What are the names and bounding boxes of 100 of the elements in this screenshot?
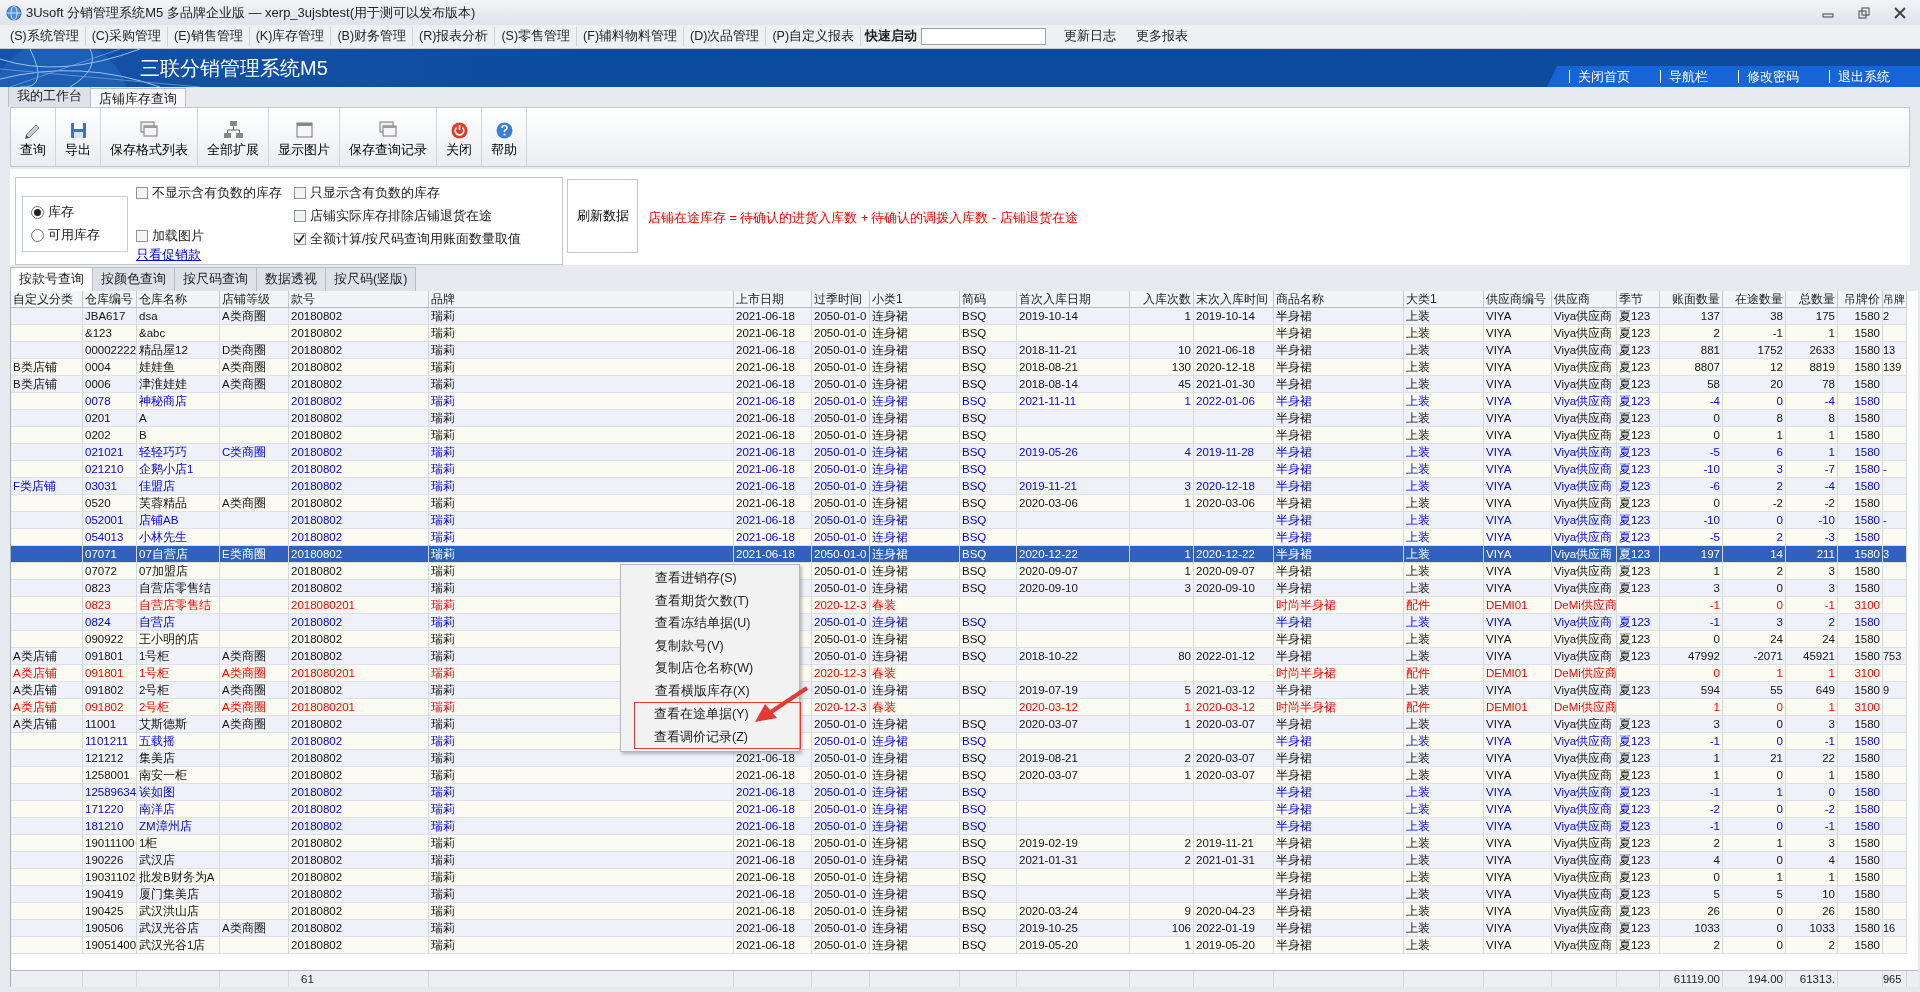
checkbox[interactable] <box>136 230 148 243</box>
column-header[interactable]: 商品名称 <box>1274 291 1404 308</box>
menu-item[interactable]: (D)次品管理 <box>684 27 767 46</box>
table-cell: 半身裙 <box>1274 478 1404 495</box>
query-tab[interactable]: 按尺码查询 <box>174 267 257 291</box>
radio-button[interactable] <box>31 228 44 242</box>
menu-item[interactable]: (C)采购管理 <box>85 27 169 46</box>
page-tab[interactable]: 店铺库存查询 <box>90 88 186 107</box>
menu-item[interactable]: (B)财务管理 <box>331 27 414 46</box>
radio-button[interactable] <box>31 206 44 220</box>
table-cell: 10 <box>1786 886 1838 903</box>
column-header[interactable]: 供应商 <box>1552 291 1617 308</box>
query-tab[interactable]: 数据透视 <box>256 267 326 291</box>
column-header[interactable]: 款号 <box>289 291 429 308</box>
table-cell: 4 <box>1786 852 1838 869</box>
table-cell: 半身裙 <box>1274 393 1404 410</box>
table-cell: 连身裙 <box>870 767 960 784</box>
column-header[interactable]: 小类1 <box>870 291 960 308</box>
menu-link[interactable]: 更新日志 <box>1054 27 1127 46</box>
column-header[interactable]: 首次入库日期 <box>1017 291 1130 308</box>
column-header[interactable]: 仓库编号 <box>83 291 137 308</box>
checkbox[interactable] <box>294 232 306 245</box>
promo-link[interactable]: 只看促销款 <box>136 245 286 265</box>
column-header[interactable]: 总数量 <box>1786 291 1838 308</box>
table-cell: 夏123 <box>1617 308 1660 325</box>
column-header[interactable]: 大类1 <box>1404 291 1484 308</box>
table-cell: 1580 <box>1838 886 1883 903</box>
restore-icon[interactable] <box>1858 6 1870 19</box>
toolbar-button[interactable]: 显示图片 <box>269 108 340 166</box>
table-cell: 3 <box>1786 580 1838 597</box>
query-tab[interactable]: 按款号查询 <box>10 267 93 291</box>
table-cell: 1 <box>1130 699 1194 716</box>
column-header[interactable]: 仓库名称 <box>137 291 220 308</box>
query-tab[interactable]: 按颜色查询 <box>92 267 175 291</box>
menu-link[interactable]: 更多报表 <box>1126 27 1199 46</box>
checkbox[interactable] <box>294 187 306 200</box>
table-cell: 连身裙 <box>870 512 960 529</box>
toolbar-button[interactable]: 关闭 <box>437 108 482 166</box>
table-cell: 2019-02-19 <box>1017 835 1130 852</box>
table-cell: BSQ <box>960 716 1017 733</box>
table-cell: 2021-11-11 <box>1017 393 1130 410</box>
table-cell: 2021-06-18 <box>734 342 812 359</box>
table-cell: 4 <box>1130 444 1194 461</box>
table-cell: 2050-01-0 <box>812 767 870 784</box>
banner-link[interactable]: 关闭首页 <box>1569 70 1660 83</box>
toolbar-button[interactable]: 帮助 <box>482 108 527 166</box>
table-cell: 2021-06-18 <box>734 852 812 869</box>
toolbar-button[interactable]: 全部扩展 <box>198 108 269 166</box>
menu-item[interactable]: (R)报表分析 <box>413 27 496 46</box>
table-cell: 1 <box>1130 495 1194 512</box>
query-tab[interactable]: 按尺码(竖版) <box>325 267 417 291</box>
menu-item[interactable]: (E)销售管理 <box>168 27 250 46</box>
table-cell: 2050-01-0 <box>812 750 870 767</box>
table-cell: 2020-03-12 <box>1017 699 1130 716</box>
checkbox[interactable] <box>136 187 148 200</box>
checkbox[interactable] <box>294 210 306 223</box>
table-cell: 1580 <box>1838 427 1883 444</box>
table-cell: 07071 <box>83 546 137 563</box>
table-cell: 0 <box>1660 665 1723 682</box>
column-header[interactable]: 季节 <box>1617 291 1660 308</box>
quick-launch-field[interactable] <box>921 28 1047 45</box>
column-header[interactable]: 入库次数 <box>1130 291 1194 308</box>
column-header[interactable]: 吊牌 <box>1883 291 1907 308</box>
table-cell: BSQ <box>960 903 1017 920</box>
column-header[interactable]: 过季时间 <box>812 291 870 308</box>
table-cell: 1580 <box>1838 580 1883 597</box>
column-header[interactable]: 店铺等级 <box>220 291 289 308</box>
toolbar-button[interactable]: 保存格式列表 <box>101 108 198 166</box>
column-header[interactable]: 品牌 <box>429 291 734 308</box>
table-cell: 瑞莉 <box>429 937 734 954</box>
table-cell: 1580 <box>1838 801 1883 818</box>
close-icon[interactable] <box>1894 6 1906 19</box>
table-cell: VIYA <box>1484 546 1552 563</box>
column-header[interactable]: 供应商编号 <box>1484 291 1552 308</box>
banner-link[interactable]: 导航栏 <box>1660 70 1738 83</box>
menu-item[interactable]: (S)系统管理 <box>4 27 86 46</box>
banner-link[interactable]: 修改密码 <box>1738 70 1829 83</box>
toolbar-button[interactable]: 查询 <box>11 108 56 166</box>
column-header[interactable]: 在途数量 <box>1723 291 1786 308</box>
table-cell: 5 <box>1723 886 1786 903</box>
column-header[interactable]: 简码 <box>960 291 1017 308</box>
toolbar-button[interactable]: 保存查询记录 <box>340 108 437 166</box>
menu-item[interactable]: (K)库存管理 <box>249 27 332 46</box>
table-cell: VIYA <box>1484 580 1552 597</box>
column-header[interactable]: 末次入库时间 <box>1194 291 1274 308</box>
column-header[interactable]: 吊牌价 <box>1838 291 1883 308</box>
menu-item[interactable]: (F)辅料物料管理 <box>577 27 685 46</box>
table-cell: 1580 <box>1838 716 1883 733</box>
table-cell: 1580 <box>1838 682 1883 699</box>
column-header[interactable]: 账面数量 <box>1660 291 1723 308</box>
column-header[interactable]: 自定义分类 <box>11 291 83 308</box>
column-header[interactable]: 上市日期 <box>734 291 812 308</box>
menu-item[interactable]: (P)自定义报表 <box>766 27 862 46</box>
toolbar-button[interactable]: 导出 <box>56 108 101 166</box>
table-cell: 1 <box>1723 784 1786 801</box>
menu-item[interactable]: (S)零售管理 <box>495 27 578 46</box>
refresh-button[interactable]: 刷新数据 <box>567 179 638 253</box>
table-cell: VIYA <box>1484 614 1552 631</box>
banner-link[interactable]: 退出系统 <box>1829 70 1920 83</box>
table-cell: 半身裙 <box>1274 308 1404 325</box>
